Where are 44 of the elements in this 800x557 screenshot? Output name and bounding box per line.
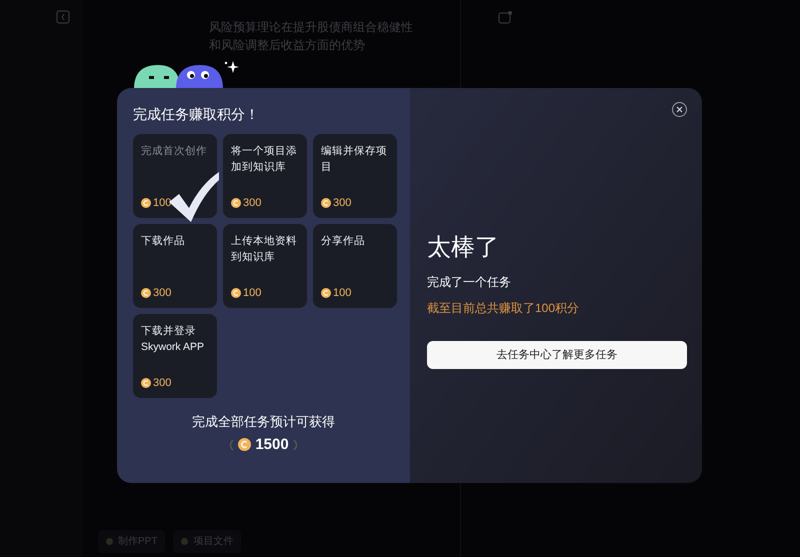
coin-icon	[238, 438, 252, 452]
points-value: 100	[243, 286, 262, 300]
points-value: 300	[243, 196, 262, 210]
task-label: 分享作品	[321, 234, 366, 249]
task-label: 编辑并保存项目	[321, 144, 388, 175]
points-value: 300	[153, 376, 172, 390]
task-center-button[interactable]: 去任务中心了解更多任务	[427, 341, 687, 369]
close-icon	[676, 106, 683, 113]
total-caption: 完成全部任务预计可获得	[191, 413, 336, 431]
task-label: 下载并登录 Skywork APP	[141, 324, 206, 355]
message-text: 风险预算理论在提升股债商组合稳健性和风险调整后收益方面的优势	[209, 19, 414, 54]
points-value: 300	[153, 286, 172, 300]
laurel-icon	[228, 438, 234, 451]
task-label: 完成首次创作	[141, 144, 208, 159]
chip-icon	[181, 538, 188, 545]
coin-icon	[321, 198, 331, 208]
panel-toggle-icon[interactable]	[56, 10, 70, 24]
headline: 太棒了	[427, 233, 500, 263]
checkmark-icon	[169, 172, 219, 222]
chip-icon	[106, 538, 113, 545]
points-value: 100	[333, 286, 352, 300]
task-card[interactable]: 下载作品 300	[133, 224, 217, 308]
modal-title: 完成任务赚取积分！	[133, 105, 260, 124]
coin-icon	[141, 378, 151, 388]
coin-icon	[141, 288, 151, 298]
task-card[interactable]: 分享作品 100	[313, 224, 397, 308]
task-card[interactable]: 编辑并保存项目 300	[313, 134, 397, 218]
task-card[interactable]: 上传本地资料到知识库 100	[223, 224, 307, 308]
points-value: 100	[153, 196, 172, 210]
coin-icon	[321, 288, 331, 298]
task-label: 下载作品	[141, 234, 186, 249]
close-button[interactable]	[672, 102, 687, 117]
laurel-icon	[292, 438, 299, 451]
coin-icon	[141, 198, 151, 208]
task-label: 将一个项目添加到知识库	[231, 144, 298, 175]
task-card[interactable]: 将一个项目添加到知识库 300	[223, 134, 307, 218]
subtitle: 完成了一个任务	[427, 274, 512, 291]
coin-icon	[231, 198, 241, 208]
task-card[interactable]: 下载并登录 Skywork APP 300	[133, 314, 217, 398]
total-value: 1500	[255, 434, 289, 454]
coin-icon	[231, 288, 241, 298]
points-value: 300	[333, 196, 352, 210]
earned-text: 截至目前总共赚取了100积分	[427, 300, 580, 317]
task-label: 上传本地资料到知识库	[231, 234, 298, 265]
